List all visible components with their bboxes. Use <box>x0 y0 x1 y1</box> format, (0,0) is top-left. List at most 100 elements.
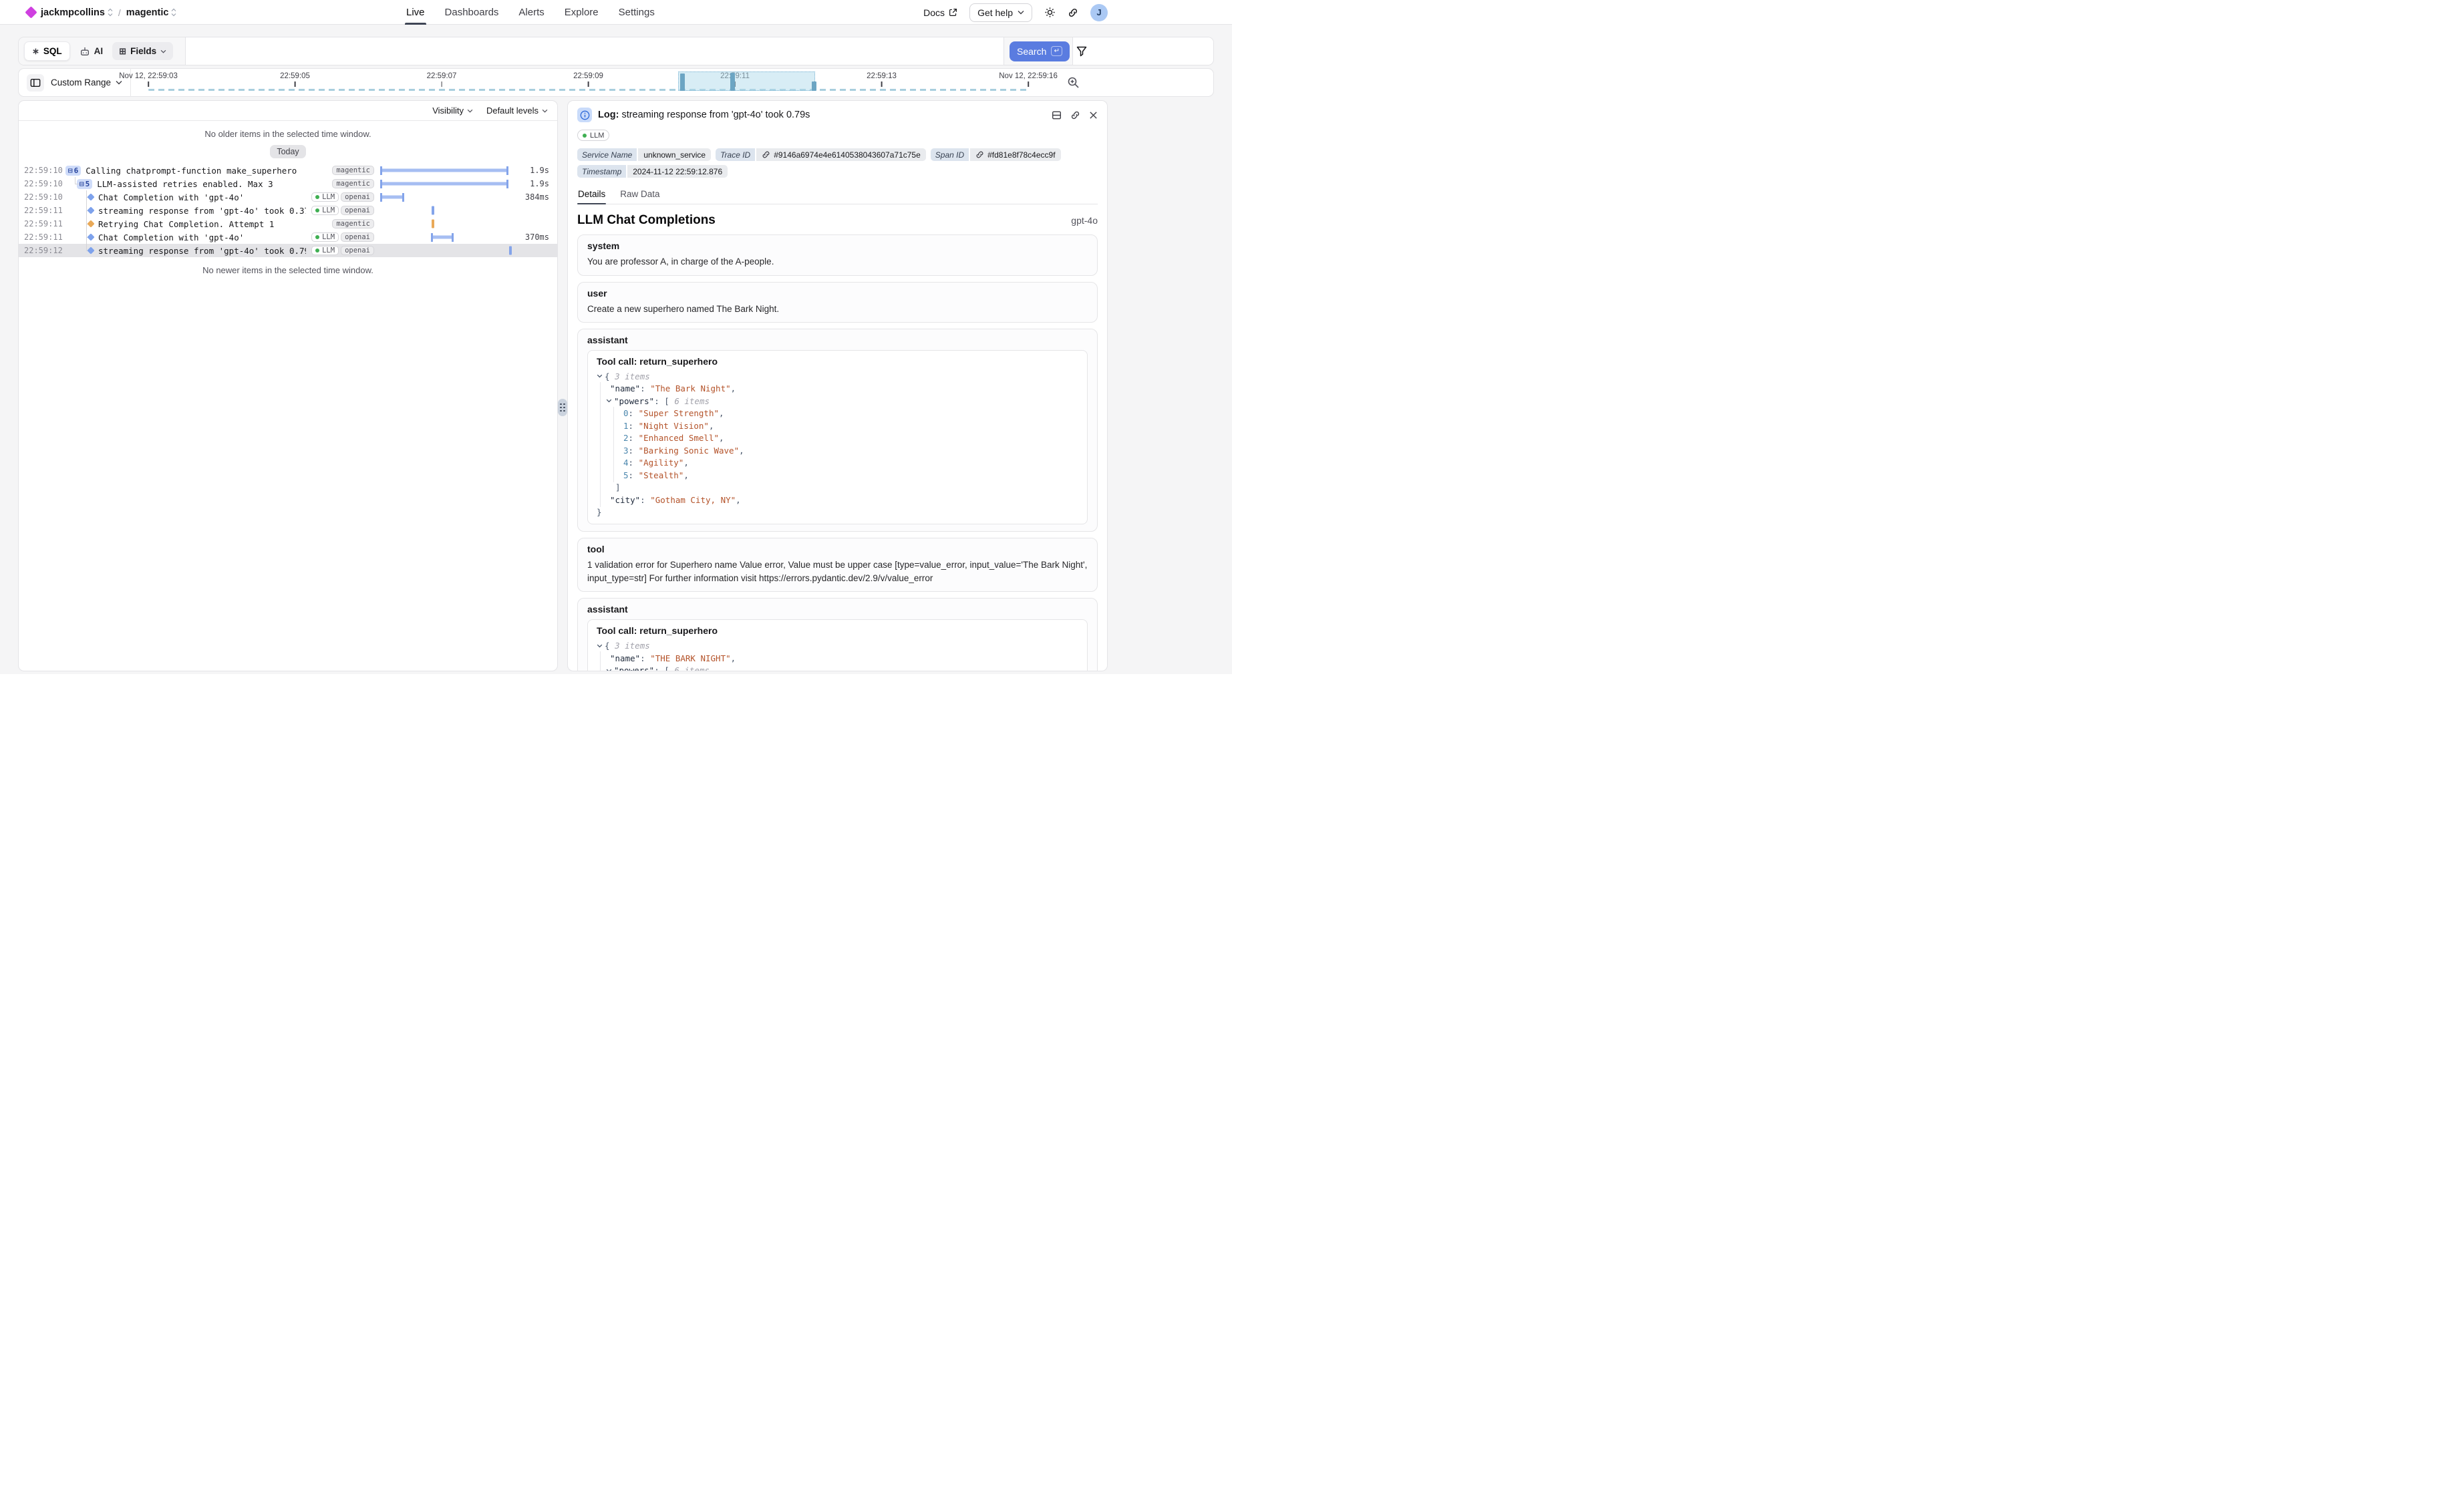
tab-settings[interactable]: Settings <box>619 0 655 25</box>
tab-alerts[interactable]: Alerts <box>518 0 544 25</box>
json-token-punc: , <box>719 433 724 443</box>
collapse-toggle[interactable] <box>606 399 612 403</box>
log-row-content: Chat Completion with 'gpt-4o' <box>65 192 306 202</box>
sort-chevrons-icon <box>108 8 113 17</box>
message-card-tool: tool1 validation error for Superhero nam… <box>577 538 1098 592</box>
docs-link[interactable]: Docs <box>923 7 957 18</box>
indent-guide <box>600 481 601 495</box>
panel-resize-handle[interactable] <box>558 399 567 416</box>
share-link-button[interactable] <box>1068 7 1078 18</box>
detail-tab-raw-data[interactable]: Raw Data <box>619 186 660 204</box>
badge-cluster: magentic <box>332 166 374 175</box>
close-panel-button[interactable] <box>1089 110 1098 120</box>
json-token-punc: , <box>731 653 736 663</box>
json-token-str: "Agility" <box>639 458 684 468</box>
tab-live[interactable]: Live <box>406 0 425 25</box>
collapse-toggle[interactable] <box>606 669 612 672</box>
today-badge[interactable]: Today <box>270 145 305 158</box>
span-diamond-icon <box>87 233 94 240</box>
green-dot-icon <box>315 235 319 239</box>
return-key-icon: ↵ <box>1051 46 1062 56</box>
histogram-bar <box>680 73 685 91</box>
span-diamond-icon <box>87 220 94 227</box>
tab-explore[interactable]: Explore <box>565 0 599 25</box>
filter-button[interactable] <box>1076 46 1087 57</box>
time-range-selector[interactable]: Custom Range <box>51 77 122 88</box>
indent-guide <box>600 432 601 446</box>
ai-mode-button[interactable]: AI <box>75 42 108 61</box>
sidebar-toggle-button[interactable] <box>27 74 44 92</box>
json-tree: { 3 items"name": "THE BARK NIGHT","power… <box>597 639 1078 671</box>
detail-header: Log: streaming response from 'gpt-4o' to… <box>577 106 1098 124</box>
tick-label: Nov 12, 22:59:16 <box>999 72 1058 80</box>
theme-toggle-button[interactable] <box>1044 7 1056 18</box>
badge-cluster: magentic <box>332 219 374 228</box>
json-token-meta: 6 items <box>674 665 710 671</box>
meta-value[interactable]: unknown_service <box>638 148 711 161</box>
collapse-toggle[interactable] <box>597 644 603 648</box>
json-token-punc: : <box>640 383 650 393</box>
attribute-badge: openai <box>341 192 374 202</box>
detail-tab-details[interactable]: Details <box>577 186 606 204</box>
chevron-down-icon <box>606 669 612 672</box>
metadata-badges: Service Nameunknown_serviceTrace ID#9146… <box>577 148 1098 178</box>
top-nav: jackmpcollins / magentic LiveDashboardsA… <box>0 0 1232 25</box>
indent-guide <box>613 407 614 421</box>
meta-badge: Timestamp2024-11-12 22:59:12.876 <box>577 165 728 178</box>
gantt-bar <box>381 196 404 199</box>
attribute-badge: openai <box>341 246 374 255</box>
time-axis[interactable]: Nov 12, 22:59:0322:59:0522:59:0722:59:09… <box>148 69 1028 96</box>
collapse-badge[interactable]: ⊟6 <box>65 166 81 176</box>
get-help-button[interactable]: Get help <box>969 3 1032 22</box>
chevron-down-icon <box>467 109 473 113</box>
time-selection[interactable] <box>678 71 815 91</box>
json-line: 3: "Barking Sonic Wave", <box>597 444 1078 457</box>
sql-mode-button[interactable]: ∗ SQL <box>24 41 70 61</box>
indent-guide <box>600 407 601 421</box>
json-token-str: "THE BARK NIGHT" <box>650 653 730 663</box>
org-selector[interactable]: jackmpcollins <box>41 7 113 18</box>
fields-button[interactable]: ⊞ Fields <box>112 42 173 60</box>
log-row[interactable]: 22:59:11Retrying Chat Completion. Attemp… <box>19 217 557 230</box>
span-count: 5 <box>86 180 90 188</box>
tab-label: Live <box>406 7 425 18</box>
meta-value[interactable]: #9146a6974e4e6140538043607a71c75e <box>756 148 926 161</box>
grid-icon: ⊞ <box>119 47 126 55</box>
user-avatar[interactable]: J <box>1090 4 1108 21</box>
visibility-dropdown[interactable]: Visibility <box>432 106 473 116</box>
span-diamond-icon <box>87 246 94 254</box>
tool-call-card: Tool call: return_superhero{ 3 items"nam… <box>587 350 1088 524</box>
tab-dashboards[interactable]: Dashboards <box>445 0 499 25</box>
log-row[interactable]: 22:59:11streaming response from 'gpt-4o'… <box>19 204 557 217</box>
log-row-content: ⊟6Calling chatprompt-function make_super… <box>65 166 327 176</box>
project-selector[interactable]: magentic <box>126 7 177 18</box>
copy-link-button[interactable] <box>1070 110 1080 120</box>
collapse-toggle[interactable] <box>597 374 603 378</box>
json-line: "powers": [ 6 items <box>597 395 1078 407</box>
log-row[interactable]: 22:59:10⊟6Calling chatprompt-function ma… <box>19 164 557 177</box>
default-levels-dropdown[interactable]: Default levels <box>486 106 548 116</box>
log-row[interactable]: 22:59:10Chat Completion with 'gpt-4o'LLM… <box>19 190 557 204</box>
table-view-button[interactable] <box>1052 110 1062 120</box>
log-row[interactable]: 22:59:10⊟5LLM-assisted retries enabled. … <box>19 177 557 190</box>
log-message: LLM-assisted retries enabled. Max 3 <box>97 179 273 189</box>
detail-tabs: Details Raw Data <box>577 186 1098 204</box>
attribute-badge: openai <box>341 232 374 242</box>
log-timestamp: 22:59:10 <box>24 179 65 188</box>
meta-value[interactable]: 2024-11-12 22:59:12.876 <box>627 165 728 178</box>
log-row[interactable]: 22:59:12streaming response from 'gpt-4o'… <box>19 244 557 257</box>
log-timestamp: 22:59:11 <box>24 219 65 228</box>
json-token-idx: 1 <box>623 421 629 431</box>
meta-value[interactable]: #fd81e8f78c4ecc9f <box>970 148 1060 161</box>
log-timestamp: 22:59:10 <box>24 166 65 175</box>
info-icon <box>577 108 592 122</box>
badge-label: LLM <box>322 233 335 241</box>
no-older-items-note: No older items in the selected time wind… <box>19 129 557 139</box>
message-role: user <box>587 288 1088 299</box>
zoom-in-button[interactable] <box>1067 76 1080 89</box>
duration-bar-track <box>379 164 513 177</box>
log-row-content: streaming response from 'gpt-4o' took 0.… <box>65 246 306 256</box>
meta-badge: Span ID#fd81e8f78c4ecc9f <box>931 148 1061 161</box>
log-row[interactable]: 22:59:11Chat Completion with 'gpt-4o'LLM… <box>19 230 557 244</box>
search-button[interactable]: Search ↵ <box>1010 41 1070 61</box>
